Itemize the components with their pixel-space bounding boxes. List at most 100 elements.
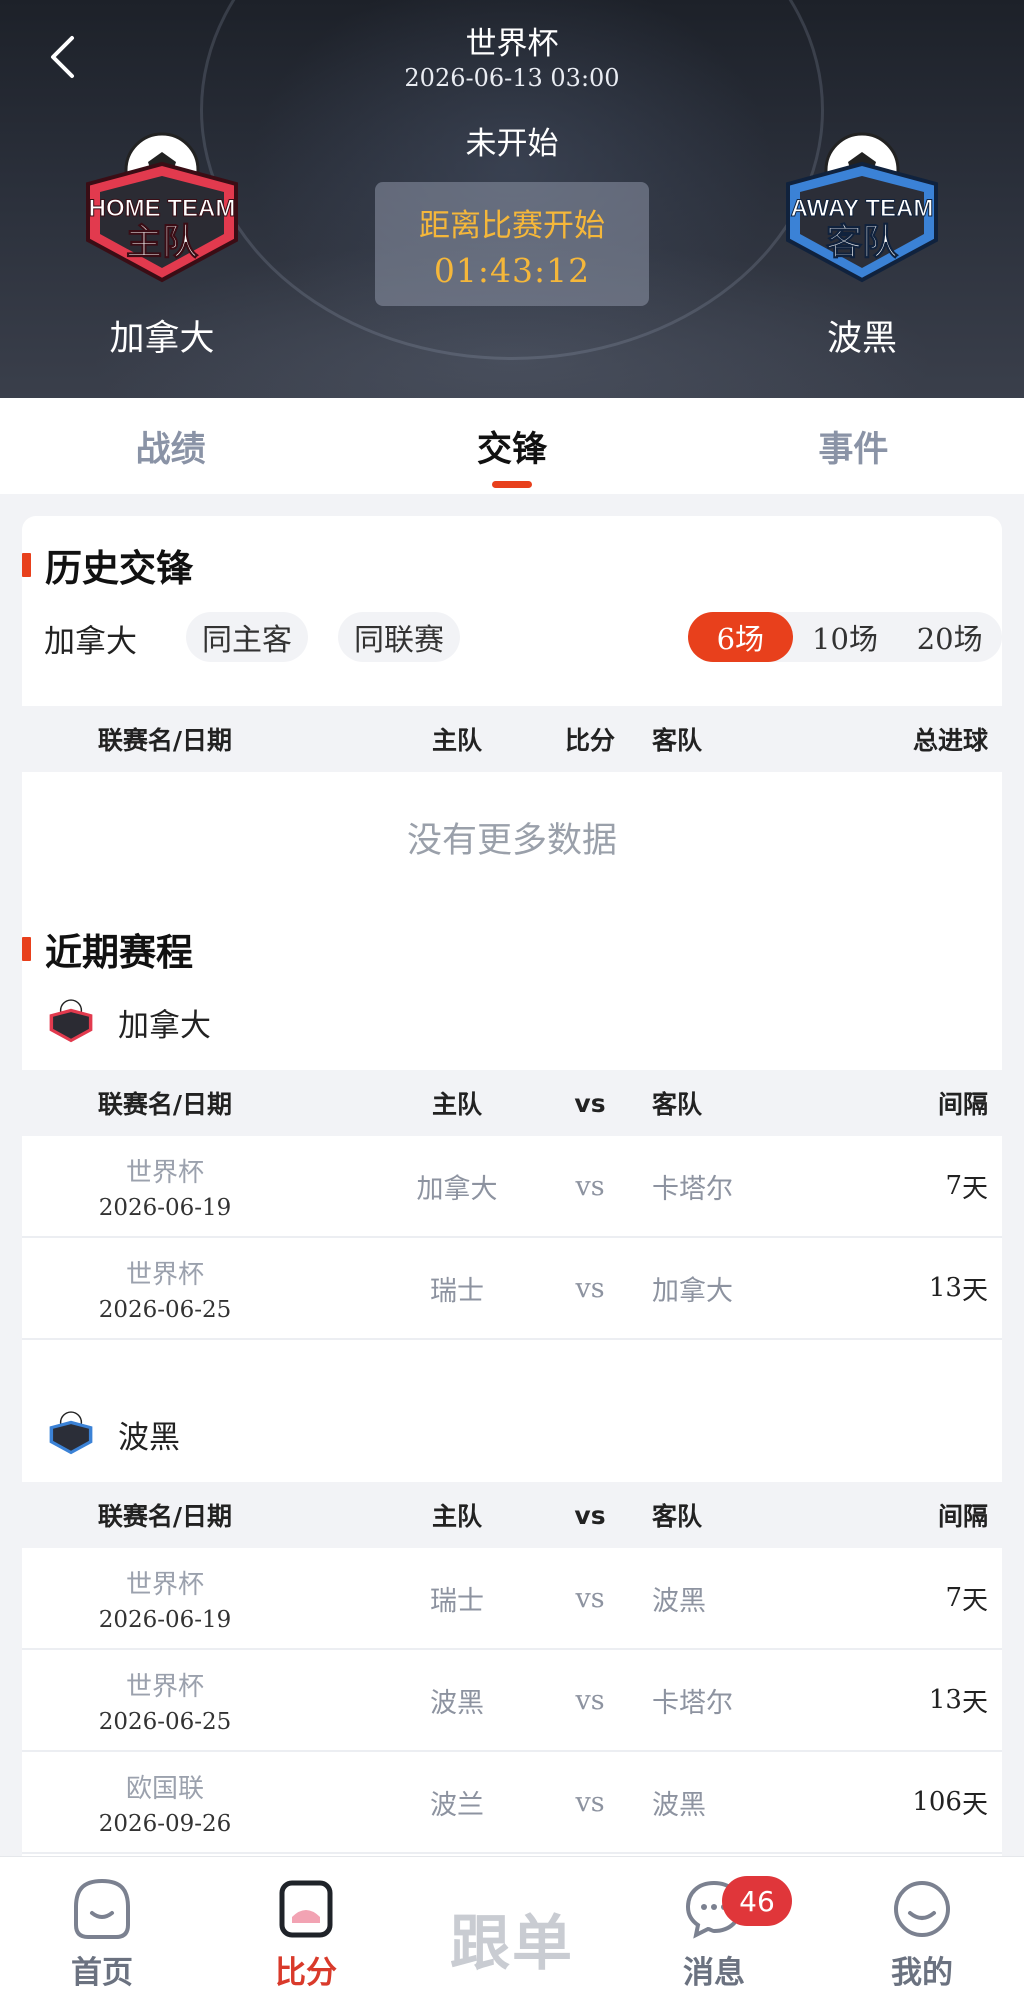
col-home: 主队 xyxy=(431,1090,482,1119)
row-interval-num: 13 xyxy=(928,1273,962,1303)
row-date: 2026-06-25 xyxy=(98,1296,232,1323)
tab-events[interactable]: 事件 xyxy=(683,398,1024,494)
row-vs: vs xyxy=(575,1272,605,1304)
match-count-selector: 6场 10场 20场 xyxy=(688,612,1002,662)
table-row[interactable]: 世界杯 2026-06-25 瑞士 vs 加拿大 13 天 xyxy=(22,1238,1002,1340)
nav-mine[interactable]: 我的 xyxy=(852,1877,992,1997)
row-league: 世界杯 xyxy=(125,1671,204,1702)
row-home: 瑞士 xyxy=(430,1275,484,1307)
filter-same-home-away[interactable]: 同主客 xyxy=(186,612,308,662)
row-date: 2026-06-25 xyxy=(98,1708,232,1735)
table-row[interactable]: 世界杯 2026-06-19 瑞士 vs 波黑 7天 xyxy=(22,1548,1002,1650)
row-home: 瑞士 xyxy=(430,1585,484,1617)
h2h-section-title: 历史交锋 xyxy=(22,540,193,590)
row-home: 加拿大 xyxy=(416,1173,498,1205)
row-league-date: 世界杯 2026-06-19 xyxy=(70,1136,260,1236)
row-home: 波兰 xyxy=(430,1789,484,1821)
count-10-option[interactable]: 10场 xyxy=(793,612,898,662)
col-away: 客队 xyxy=(652,1090,703,1119)
col-home: 主队 xyxy=(431,1502,482,1531)
match-header: 世界杯 2026-06-13 03:00 未开始 距离比赛开始 01:43:12… xyxy=(0,0,1024,398)
row-vs: vs xyxy=(575,1170,605,1202)
row-interval-num: 13 xyxy=(928,1685,962,1715)
row-league-date: 世界杯 2026-06-25 xyxy=(70,1650,260,1750)
col-away: 客队 xyxy=(652,726,703,755)
row-away: 波黑 xyxy=(652,1585,706,1617)
countdown-box: 距离比赛开始 01:43:12 xyxy=(375,182,649,306)
recent-away-table-header: 联赛名/日期 主队 vs 客队 间隔 xyxy=(22,1482,1002,1548)
section-marker xyxy=(22,937,31,961)
smile-face-icon xyxy=(894,1881,950,1937)
col-interval: 间隔 xyxy=(937,1090,988,1119)
row-interval-unit: 天 xyxy=(961,1789,988,1820)
match-league: 世界杯 xyxy=(465,26,559,62)
message-count-badge: 46 xyxy=(722,1876,792,1926)
row-league-date: 欧国联 2026-09-26 xyxy=(70,1752,260,1852)
col-league-date: 联赛名/日期 xyxy=(97,1502,233,1531)
tab-record-label: 战绩 xyxy=(135,429,206,470)
row-away: 卡塔尔 xyxy=(652,1173,733,1205)
row-interval-num: 106 xyxy=(912,1787,962,1817)
away-badge-line1: AWAY TEAM xyxy=(791,195,934,222)
recent-home-team-name: 加拿大 xyxy=(118,1007,211,1044)
home-badge-line1: HOME TEAM xyxy=(89,195,236,222)
count-6-option[interactable]: 6场 xyxy=(688,612,793,662)
bottom-nav: 首页 比分 跟单 消息 我的 xyxy=(0,1856,1024,2000)
filter-same-league[interactable]: 同联赛 xyxy=(338,612,460,662)
nav-home[interactable]: 首页 xyxy=(32,1877,172,1997)
nav-follow[interactable]: 跟单 xyxy=(440,1893,584,1983)
h2h-empty-message: 没有更多数据 xyxy=(406,821,617,861)
h2h-filter-team[interactable]: 加拿大 xyxy=(44,616,137,661)
row-date: 2026-06-19 xyxy=(98,1194,232,1221)
col-vs: vs xyxy=(574,1088,606,1118)
col-vs: vs xyxy=(574,1500,606,1530)
recent-home-table-header: 联赛名/日期 主队 vs 客队 间隔 xyxy=(22,1070,1002,1136)
h2h-table-header: 联赛名/日期 主队 比分 客队 总进球 xyxy=(22,706,1002,772)
active-tab-indicator xyxy=(491,481,532,488)
count-20-option[interactable]: 20场 xyxy=(897,612,1002,662)
row-league: 世界杯 xyxy=(125,1259,204,1290)
score-cup-icon xyxy=(279,1880,333,1938)
away-team-name[interactable]: 波黑 xyxy=(752,310,972,361)
col-total-goals: 总进球 xyxy=(912,726,988,755)
away-badge-line2: 客队 xyxy=(826,222,899,263)
home-team-badge[interactable]: HOME TEAM 主队 xyxy=(62,120,262,300)
row-interval: 13 天 xyxy=(828,1650,988,1750)
row-interval-unit: 天 xyxy=(961,1585,988,1616)
match-datetime: 2026-06-13 03:00 xyxy=(404,64,620,92)
row-vs: vs xyxy=(575,1582,605,1614)
recent-section-title: 近期赛程 xyxy=(22,924,193,974)
table-row[interactable]: 世界杯 2026-06-25 波黑 vs 卡塔尔 13 天 xyxy=(22,1650,1002,1752)
col-league-date: 联赛名/日期 xyxy=(97,726,233,755)
row-league: 世界杯 xyxy=(125,1157,204,1188)
col-home: 主队 xyxy=(431,726,482,755)
nav-score-label: 比分 xyxy=(275,1955,337,1991)
row-interval: 7天 xyxy=(828,1548,988,1648)
row-interval-unit: 天 xyxy=(961,1173,988,1204)
away-team-mini-badge xyxy=(49,1411,93,1455)
tab-record[interactable]: 战绩 xyxy=(0,398,341,494)
nav-score[interactable]: 比分 xyxy=(236,1877,376,1997)
table-row[interactable]: 世界杯 2026-06-19 加拿大 vs 卡塔尔 7天 xyxy=(22,1136,1002,1238)
tab-head-to-head[interactable]: 交锋 xyxy=(341,398,682,494)
home-team-name[interactable]: 加拿大 xyxy=(52,310,272,361)
col-away: 客队 xyxy=(652,1502,703,1531)
away-team-badge[interactable]: AWAY TEAM 客队 xyxy=(762,120,962,300)
row-league-date: 世界杯 2026-06-25 xyxy=(70,1238,260,1338)
nav-home-label: 首页 xyxy=(71,1955,133,1991)
section-marker xyxy=(22,553,31,577)
row-away: 加拿大 xyxy=(652,1275,733,1307)
row-vs: vs xyxy=(575,1786,605,1818)
row-date: 2026-06-19 xyxy=(98,1606,232,1633)
recent-home-team-row: 加拿大 xyxy=(42,992,211,1052)
content-card: 历史交锋 加拿大 同主客 同联赛 6场 10场 20场 联赛名/日期 主队 比分… xyxy=(22,516,1002,1856)
table-row[interactable]: 欧国联 2026-09-26 波兰 vs 波黑 106 天 xyxy=(22,1752,1002,1854)
row-interval-num: 7 xyxy=(945,1583,962,1613)
row-interval: 7天 xyxy=(828,1136,988,1236)
row-date: 2026-09-26 xyxy=(98,1810,232,1837)
row-league: 世界杯 xyxy=(125,1569,204,1600)
row-interval-num: 7 xyxy=(945,1171,962,1201)
row-vs: vs xyxy=(575,1684,605,1716)
home-team-mini-badge xyxy=(49,999,93,1043)
home-badge-line2: 主队 xyxy=(126,222,199,263)
